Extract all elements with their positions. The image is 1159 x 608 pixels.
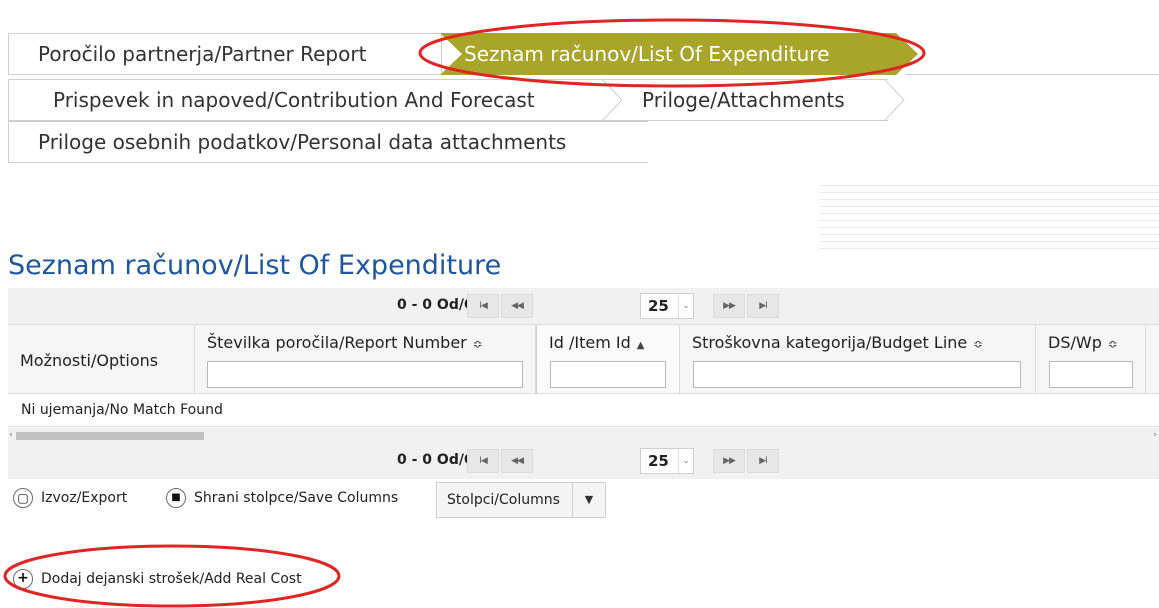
export-label: Izvoz/Export <box>41 490 128 506</box>
background-decoration <box>820 185 1159 250</box>
column-report-number-label: Številka poročila/Report Number <box>207 333 467 352</box>
column-budget-line-label: Stroškovna kategorija/Budget Line <box>692 333 968 352</box>
chevron-down-icon: ⌄ <box>678 449 693 473</box>
column-budget-line-title: Stroškovna kategorija/Budget Line ≎ <box>692 333 983 352</box>
save-columns-button[interactable]: ■ Shrani stolpce/Save Columns <box>166 488 398 508</box>
previous-page-icon[interactable]: ◀◀ <box>501 449 533 473</box>
tab-attachments-label: Priloge/Attachments <box>642 88 845 112</box>
item-id-filter-input[interactable] <box>550 361 666 388</box>
previous-page-icon[interactable]: ◀◀ <box>501 294 533 318</box>
column-wp-label: DS/Wp <box>1048 333 1102 352</box>
sort-icon[interactable]: ≎ <box>473 337 483 351</box>
tab-partner-report[interactable]: Poročilo partnerja/Partner Report <box>8 33 442 75</box>
column-item-id-label: Id /Item Id <box>549 333 631 352</box>
budget-line-filter-input[interactable] <box>693 361 1021 388</box>
tab-personal-data-attachments[interactable]: Priloge osebnih podatkov/Personal data a… <box>8 121 648 163</box>
rows-per-page-select[interactable]: 25 ⌄ <box>640 293 694 319</box>
last-page-icon[interactable]: ▶I <box>747 449 779 473</box>
rows-per-page-value: 25 <box>648 452 669 470</box>
sort-asc-icon[interactable]: ▲ <box>637 340 645 351</box>
tab-list-of-expenditure-label: Seznam računov/List Of Expenditure <box>464 42 830 66</box>
scroll-left-icon[interactable]: ‹ <box>9 428 13 443</box>
save-icon: ■ <box>166 488 186 508</box>
add-real-cost-label: Dodaj dejanski strošek/Add Real Cost <box>41 571 302 587</box>
tab-contribution-forecast-label: Prispevek in napoved/Contribution And Fo… <box>53 88 535 112</box>
bottom-pager: 0 - 0 Od/Of 0 I◀ ◀◀ 25 ⌄ ▶▶ ▶I <box>8 443 1159 479</box>
first-page-icon[interactable]: I◀ <box>467 294 499 318</box>
column-budget-line[interactable]: Stroškovna kategorija/Budget Line ≎ <box>680 325 1036 393</box>
caret-down-icon[interactable]: ▼ <box>572 483 605 517</box>
column-options-label: Možnosti/Options <box>20 351 159 370</box>
save-columns-label: Shrani stolpce/Save Columns <box>194 490 399 506</box>
tab-list-of-expenditure[interactable]: Seznam računov/List Of Expenditure <box>418 33 918 75</box>
empty-message: Ni ujemanja/No Match Found <box>21 402 223 418</box>
add-real-cost-button[interactable]: + Dodaj dejanski strošek/Add Real Cost <box>13 569 302 589</box>
horizontal-scrollbar[interactable]: ‹ › <box>8 428 1159 443</box>
column-wp-title: DS/Wp ≎ <box>1048 333 1118 352</box>
export-button[interactable]: ▢ Izvoz/Export <box>13 488 127 508</box>
highlight-ellipse-add-cost <box>3 544 341 608</box>
columns-dropdown[interactable]: Stolpci/Columns ▼ <box>436 482 606 518</box>
column-wp[interactable]: DS/Wp ≎ <box>1036 325 1146 393</box>
wp-filter-input[interactable] <box>1049 361 1133 388</box>
scroll-right-icon[interactable]: › <box>1153 428 1157 443</box>
chevron-down-icon: ⌄ <box>678 294 693 318</box>
sort-icon[interactable]: ≎ <box>1108 337 1118 351</box>
rows-per-page-select[interactable]: 25 ⌄ <box>640 448 694 474</box>
last-page-icon[interactable]: ▶I <box>747 294 779 318</box>
report-number-filter-input[interactable] <box>207 361 523 388</box>
tab-row-divider <box>906 74 1159 75</box>
plus-icon: + <box>13 569 33 589</box>
column-item-id-title: Id /Item Id ▲ <box>549 333 644 352</box>
next-page-icon[interactable]: ▶▶ <box>713 449 745 473</box>
rows-per-page-value: 25 <box>648 297 669 315</box>
next-page-icon[interactable]: ▶▶ <box>713 294 745 318</box>
column-item-id[interactable]: Id /Item Id ▲ <box>536 325 680 393</box>
tab-personal-data-label: Priloge osebnih podatkov/Personal data a… <box>38 130 567 154</box>
column-report-number[interactable]: Številka poročila/Report Number ≎ <box>195 325 536 393</box>
column-report-number-title: Številka poročila/Report Number ≎ <box>207 333 483 352</box>
tab-partner-report-label: Poročilo partnerja/Partner Report <box>38 42 367 66</box>
page-title: Seznam računov/List Of Expenditure <box>8 250 502 281</box>
empty-message-row: Ni ujemanja/No Match Found <box>8 395 1159 427</box>
top-pager: 0 - 0 Od/Of 0 I◀ ◀◀ 25 ⌄ ▶▶ ▶I <box>8 288 1159 324</box>
sort-icon[interactable]: ≎ <box>973 337 983 351</box>
column-options: Možnosti/Options <box>8 325 195 393</box>
tab-contribution-forecast[interactable]: Prispevek in napoved/Contribution And Fo… <box>8 79 618 121</box>
first-page-icon[interactable]: I◀ <box>467 449 499 473</box>
scrollbar-thumb[interactable] <box>16 432 204 440</box>
table-header: Možnosti/Options Številka poročila/Repor… <box>8 324 1159 394</box>
columns-label: Stolpci/Columns <box>447 492 560 508</box>
document-icon: ▢ <box>13 488 33 508</box>
